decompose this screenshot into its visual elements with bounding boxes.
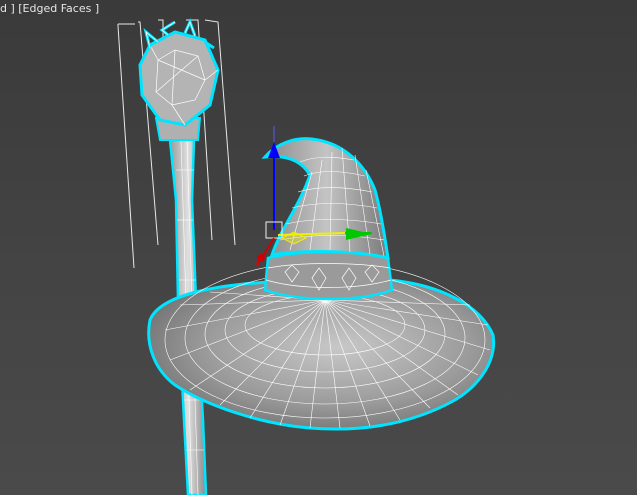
staff-object[interactable] <box>117 18 236 495</box>
staff-crystal-head[interactable] <box>138 30 220 127</box>
gizmo-pivot-label: x <box>255 259 261 269</box>
perspective-viewport[interactable]: d ] [Edged Faces ] x <box>0 0 637 495</box>
hat-band[interactable] <box>263 250 394 301</box>
hat-cone[interactable] <box>261 137 390 260</box>
witch-hat-object[interactable] <box>147 137 496 431</box>
scene-canvas[interactable]: x <box>0 0 637 495</box>
